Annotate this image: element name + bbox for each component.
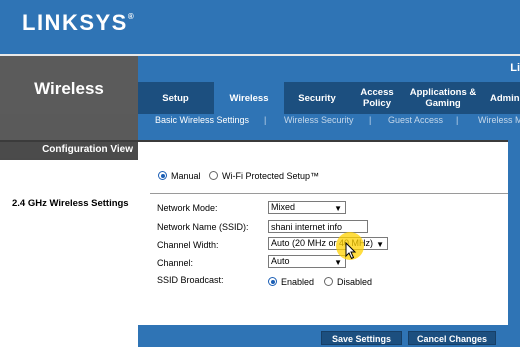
channel-value: Auto: [271, 256, 290, 266]
ssid-input[interactable]: [268, 220, 368, 233]
network-mode-select[interactable]: Mixed ▼: [268, 201, 346, 214]
ssid-broadcast-enabled-label: Enabled: [281, 277, 315, 287]
top-header: LINKSYS®: [0, 0, 520, 54]
tab-access-policy[interactable]: Access Policy: [352, 82, 402, 114]
manual-radio[interactable]: [158, 171, 167, 180]
ssid-broadcast-disabled-radio[interactable]: [324, 277, 333, 286]
channel-width-select[interactable]: Auto (20 MHz or 40 MHz) ▼: [268, 237, 388, 250]
subtab-basic-wireless-settings[interactable]: Basic Wireless Settings: [155, 114, 249, 126]
product-bar: Li: [138, 56, 520, 82]
channel-select[interactable]: Auto ▼: [268, 255, 346, 268]
network-mode-label: Network Mode:: [157, 203, 218, 213]
tab-applications-gaming[interactable]: Applications & Gaming: [406, 82, 480, 114]
chevron-down-icon: ▼: [334, 258, 342, 267]
left-strip: [0, 114, 138, 140]
ssid-broadcast-enabled-radio[interactable]: [268, 277, 277, 286]
linksys-logo: LINKSYS®: [22, 10, 136, 35]
main-tabs: Setup Wireless Security Access Policy Ap…: [138, 82, 520, 114]
tab-security[interactable]: Security: [288, 82, 346, 114]
blue-strip: [138, 127, 520, 140]
chevron-down-icon: ▼: [334, 204, 342, 213]
tab-wireless[interactable]: Wireless: [214, 82, 284, 114]
tab-administration[interactable]: Admin: [490, 82, 520, 114]
subtab-guest-access[interactable]: Guest Access: [388, 114, 443, 126]
channel-label: Channel:: [157, 258, 194, 268]
settings-content: [138, 142, 508, 325]
subtab-separator: |: [264, 115, 267, 125]
wps-radio[interactable]: [209, 171, 218, 180]
chevron-down-icon: ▼: [375, 239, 384, 249]
tab-setup[interactable]: Setup: [148, 82, 203, 114]
cancel-changes-button[interactable]: Cancel Changes: [408, 331, 496, 345]
ssid-broadcast-disabled-label: Disabled: [337, 277, 373, 287]
wps-label: Wi-Fi Protected Setup™: [222, 171, 320, 181]
ssid-broadcast-label: SSID Broadcast:: [157, 275, 224, 285]
ssid-label: Network Name (SSID):: [157, 222, 249, 232]
section-title: Wireless: [0, 56, 138, 114]
subtab-separator: |: [456, 115, 459, 125]
right-bar: [508, 140, 520, 347]
subtabs: Basic Wireless Settings | Wireless Secur…: [138, 114, 520, 127]
manual-label: Manual: [171, 171, 201, 181]
save-settings-button[interactable]: Save Settings: [321, 331, 402, 345]
subtab-wireless-mac-filter[interactable]: Wireless M: [478, 114, 520, 126]
mouse-pointer-icon: [345, 242, 357, 260]
subtab-separator: |: [369, 115, 372, 125]
product-name: Li: [510, 62, 520, 74]
subtab-wireless-security[interactable]: Wireless Security: [284, 114, 354, 126]
section-divider: [150, 193, 508, 194]
left-body: [0, 160, 138, 347]
settings-section-label: 2.4 GHz Wireless Settings: [12, 198, 129, 209]
network-mode-value: Mixed: [271, 202, 296, 212]
channel-width-label: Channel Width:: [157, 240, 219, 250]
configuration-view-label: Configuration View: [0, 140, 138, 158]
